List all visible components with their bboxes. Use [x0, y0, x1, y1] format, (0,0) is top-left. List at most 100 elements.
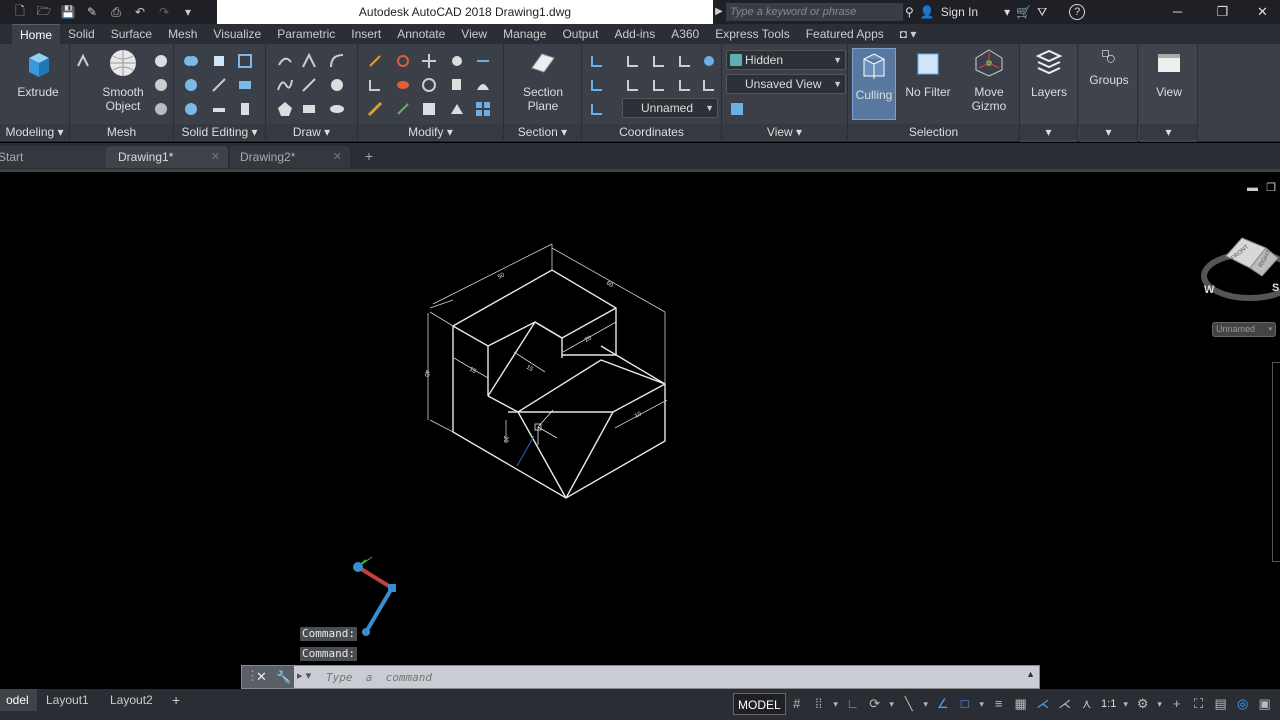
clean-screen-icon[interactable]: ▣: [1254, 692, 1276, 716]
layers-expand-icon[interactable]: ▾: [1020, 124, 1077, 140]
ortho-icon[interactable]: ∟: [842, 692, 864, 716]
section-panel-title[interactable]: Section ▾: [504, 124, 581, 140]
layers-button[interactable]: Layers: [1026, 48, 1072, 99]
drawing-viewport[interactable]: 50 60 20 40 15 15 10 20 ▬ ❐ FRONT RIGHT …: [0, 169, 1280, 687]
scale-icon[interactable]: [420, 100, 438, 118]
ribbon-tab-solid[interactable]: Solid: [60, 24, 103, 44]
view-panel-title[interactable]: View ▾: [722, 124, 847, 140]
snap-icon[interactable]: ⁞⁞: [808, 692, 830, 716]
selection-panel-title[interactable]: Selection: [848, 124, 1019, 140]
search-expand-icon[interactable]: ▶: [713, 0, 725, 24]
open-file-icon[interactable]: 🗁: [34, 2, 54, 23]
transparency-icon[interactable]: ▦: [1010, 692, 1032, 716]
exchange-icon[interactable]: ⛛: [1037, 5, 1047, 20]
ucs-face-icon[interactable]: [676, 76, 694, 94]
ribbon-tab-home[interactable]: Home: [12, 24, 61, 44]
annotation-scale-value[interactable]: 1:1: [1098, 692, 1120, 716]
close-tab-icon[interactable]: ✕: [211, 146, 220, 168]
viewcube-graphic[interactable]: [1200, 228, 1280, 308]
shell-icon[interactable]: [236, 52, 254, 70]
signin-dropdown-icon[interactable]: ▾: [1004, 5, 1010, 19]
imprint-icon[interactable]: [236, 100, 254, 118]
rotate3d-icon[interactable]: [448, 52, 466, 70]
isometric-solid[interactable]: [452, 269, 666, 499]
scale-dropdown-icon[interactable]: ▾: [1120, 692, 1132, 716]
stretch-icon[interactable]: [448, 100, 466, 118]
ucs-object-icon[interactable]: [650, 76, 668, 94]
navigation-bar[interactable]: [1272, 362, 1280, 562]
view-expand-icon[interactable]: ▾: [1140, 124, 1197, 140]
ucs-x-icon[interactable]: [650, 52, 668, 70]
workspace-dropdown-icon[interactable]: ▾: [1154, 692, 1166, 716]
viewport-minimize-icon[interactable]: ▬: [1247, 182, 1258, 194]
named-view-dropdown[interactable]: Unsaved View ▼: [726, 74, 846, 94]
slice-icon[interactable]: [210, 76, 228, 94]
array-icon[interactable]: [474, 100, 492, 118]
ribbon-tab-output[interactable]: Output: [554, 24, 606, 44]
fillet-icon[interactable]: [366, 52, 384, 70]
ucs-z-icon[interactable]: [588, 100, 606, 118]
command-input[interactable]: [326, 668, 1016, 686]
mesh-panel-title[interactable]: Mesh: [70, 124, 173, 140]
binoculars-icon[interactable]: ⚲: [905, 5, 914, 19]
ribbon-tab-a360[interactable]: A360: [663, 24, 707, 44]
erase-icon[interactable]: [474, 76, 492, 94]
ray-icon[interactable]: [300, 76, 318, 94]
ucs-world-icon[interactable]: [624, 52, 642, 70]
tab-drawing1[interactable]: Drawing1* ✕: [106, 146, 228, 168]
ucs-dropdown[interactable]: Unnamed ▼: [622, 98, 718, 118]
draw-panel-title[interactable]: Draw ▾: [266, 124, 357, 140]
ribbon-tab-visualize[interactable]: Visualize: [205, 24, 269, 44]
tab-start[interactable]: Start: [0, 146, 108, 168]
object-snap-tracking-icon[interactable]: ∠: [932, 692, 954, 716]
isodraft-dropdown-icon[interactable]: ▾: [920, 692, 932, 716]
separate-icon[interactable]: [236, 76, 254, 94]
modeling-panel-title[interactable]: Modeling ▾: [0, 124, 69, 140]
ucs-y-icon[interactable]: [676, 52, 694, 70]
smooth-object-button[interactable]: Smooth Object: [100, 48, 146, 113]
copy-icon[interactable]: [448, 76, 466, 94]
ribbon-tab-mesh[interactable]: Mesh: [160, 24, 205, 44]
compass-west[interactable]: W: [1204, 284, 1214, 296]
viewport-config-icon[interactable]: [728, 100, 746, 118]
workspace-gear-icon[interactable]: ⚙: [1132, 692, 1154, 716]
add-layout-icon[interactable]: +: [172, 689, 188, 711]
offset-icon[interactable]: [366, 100, 384, 118]
polar-icon[interactable]: ⟳: [864, 692, 886, 716]
ucs-origin-icon[interactable]: [588, 76, 606, 94]
hardware-acceleration-icon[interactable]: ◎: [1232, 692, 1254, 716]
compass-south[interactable]: S: [1272, 282, 1279, 294]
viewport-restore-icon[interactable]: ❐: [1266, 181, 1276, 194]
annotation-scale-icon[interactable]: ⋏: [1076, 692, 1098, 716]
ribbon-tab-express-tools[interactable]: Express Tools: [707, 24, 797, 44]
osnap-dropdown-icon[interactable]: ▾: [976, 692, 988, 716]
plot-icon[interactable]: ⎙: [106, 5, 126, 20]
rotate-icon[interactable]: [420, 76, 438, 94]
lineweight-icon[interactable]: ≡: [988, 692, 1010, 716]
close-tab-icon[interactable]: ✕: [333, 146, 342, 168]
union-icon[interactable]: [182, 52, 200, 70]
search-input[interactable]: Type a keyword or phrase: [726, 3, 903, 21]
redo-icon[interactable]: ↷: [154, 5, 174, 19]
view-button[interactable]: View: [1146, 48, 1192, 99]
viewcube[interactable]: FRONT RIGHT W S: [1200, 228, 1280, 308]
mesh-box-icon[interactable]: [152, 52, 170, 70]
ucs-gizmo[interactable]: [353, 556, 396, 636]
modify-panel-title[interactable]: Modify ▾: [358, 124, 503, 140]
ribbon-tab-insert[interactable]: Insert: [343, 24, 389, 44]
ellipse-icon[interactable]: [328, 100, 346, 118]
annotation-autoscale-icon[interactable]: ⋌: [1054, 692, 1076, 716]
close-command-icon[interactable]: ✕: [256, 666, 267, 688]
spline-icon[interactable]: [276, 76, 294, 94]
wcs-dropdown[interactable]: Unnamed ▾: [1212, 322, 1276, 337]
polygon-icon[interactable]: [276, 100, 294, 118]
polyline-icon[interactable]: [300, 52, 318, 70]
thicken-icon[interactable]: [210, 100, 228, 118]
annotation-visibility-icon[interactable]: ⋌: [1032, 692, 1054, 716]
cart-icon[interactable]: 🛒: [1016, 5, 1031, 19]
minimize-icon[interactable]: ─: [1155, 0, 1200, 24]
ribbon-tab-manage[interactable]: Manage: [495, 24, 554, 44]
tab-layout1[interactable]: Layout1: [38, 689, 97, 711]
ucs-icon-props[interactable]: [700, 52, 718, 70]
rectangle-icon[interactable]: [300, 100, 318, 118]
